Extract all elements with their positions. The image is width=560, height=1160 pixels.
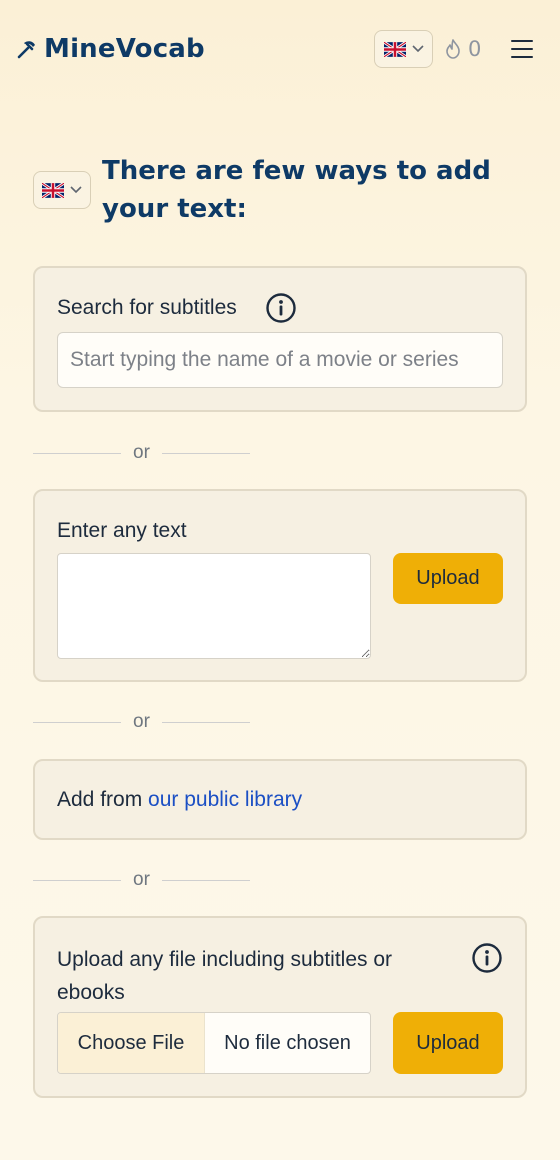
language-selector[interactable]	[374, 30, 433, 68]
separator-line	[162, 452, 250, 454]
info-icon[interactable]	[265, 292, 297, 324]
hamburger-menu-icon[interactable]	[508, 36, 536, 62]
logo-text: MineVocab	[44, 34, 205, 64]
streak-count: 0	[468, 37, 482, 61]
public-library-card: Add from our public library	[33, 759, 527, 840]
upload-file-card: Upload any file including subtitles or e…	[33, 916, 527, 1098]
info-icon[interactable]	[471, 942, 503, 974]
top-header: MineVocab 0	[0, 0, 560, 100]
separator-or: or	[33, 868, 250, 892]
file-input[interactable]: Choose File No file chosen	[57, 1012, 371, 1074]
chevron-down-icon	[70, 186, 82, 194]
page-title: There are few ways to add your text:	[102, 156, 491, 224]
menu-line	[511, 40, 533, 43]
subtitles-search-input[interactable]	[57, 332, 503, 388]
separator-line	[162, 879, 250, 881]
file-status: No file chosen	[224, 1031, 351, 1054]
flame-icon	[446, 39, 460, 59]
separator-line	[33, 721, 121, 723]
upload-text-button[interactable]: Upload	[393, 553, 503, 604]
streak-counter[interactable]: 0	[444, 32, 481, 66]
library-text: Add from our public library	[57, 788, 302, 812]
logo[interactable]: MineVocab	[16, 30, 205, 68]
separator-line	[33, 452, 121, 454]
public-library-link[interactable]: our public library	[148, 788, 302, 811]
enter-text-card: Enter any text Upload	[33, 489, 527, 682]
choose-file-button[interactable]: Choose File	[58, 1013, 205, 1073]
enter-text-label: Enter any text	[57, 519, 187, 542]
separator-text: or	[133, 711, 150, 732]
separator-or: or	[33, 441, 250, 465]
uk-flag-icon	[42, 182, 64, 198]
menu-line	[511, 47, 533, 51]
menu-line	[511, 55, 533, 58]
separator-text: or	[133, 869, 150, 890]
subtitles-label: Search for subtitles	[57, 296, 237, 319]
separator-or: or	[33, 710, 250, 734]
text-input-area[interactable]	[57, 553, 371, 659]
subtitles-card: Search for subtitles	[33, 266, 527, 412]
separator-text: or	[133, 442, 150, 463]
pickaxe-icon	[16, 38, 38, 60]
separator-line	[33, 879, 121, 881]
text-language-selector[interactable]	[33, 171, 91, 209]
separator-line	[162, 721, 250, 723]
chevron-down-icon	[411, 45, 424, 53]
uk-flag-icon	[383, 41, 406, 57]
upload-file-label: Upload any file including subtitles or e…	[57, 948, 393, 1004]
library-prefix: Add from	[57, 788, 149, 811]
upload-file-button[interactable]: Upload	[393, 1012, 503, 1074]
